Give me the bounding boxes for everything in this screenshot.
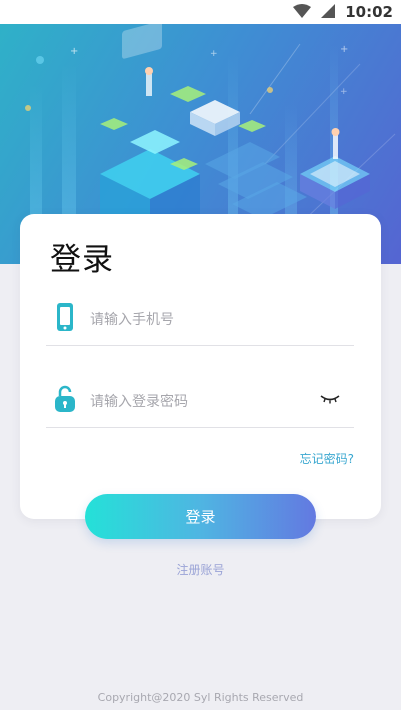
login-card: 登录 请输入手机号 忘记密码? (20, 214, 381, 519)
status-icons: 10:02 (293, 3, 393, 21)
signal-icon (321, 3, 336, 22)
svg-text:+: + (340, 44, 348, 55)
phone-icon (54, 302, 76, 332)
status-bar: 10:02 (0, 0, 401, 24)
svg-text:+: + (70, 46, 78, 57)
status-time: 10:02 (345, 3, 393, 21)
register-link[interactable]: 注册账号 (0, 561, 401, 578)
lock-icon (54, 384, 76, 414)
password-input[interactable] (88, 377, 312, 427)
login-button[interactable]: 登录 (85, 494, 316, 539)
page-title: 登录 (50, 242, 114, 278)
forgot-password-link[interactable]: 忘记密码? (300, 450, 354, 467)
phone-field (46, 295, 354, 346)
svg-text:+: + (210, 49, 218, 59)
wifi-icon (293, 3, 312, 22)
password-field (46, 377, 354, 428)
svg-text:+: + (340, 87, 348, 97)
eye-closed-icon[interactable] (320, 391, 340, 407)
copyright-text: Copyright@2020 Syl Rights Reserved (97, 691, 304, 704)
phone-input[interactable] (88, 295, 312, 345)
